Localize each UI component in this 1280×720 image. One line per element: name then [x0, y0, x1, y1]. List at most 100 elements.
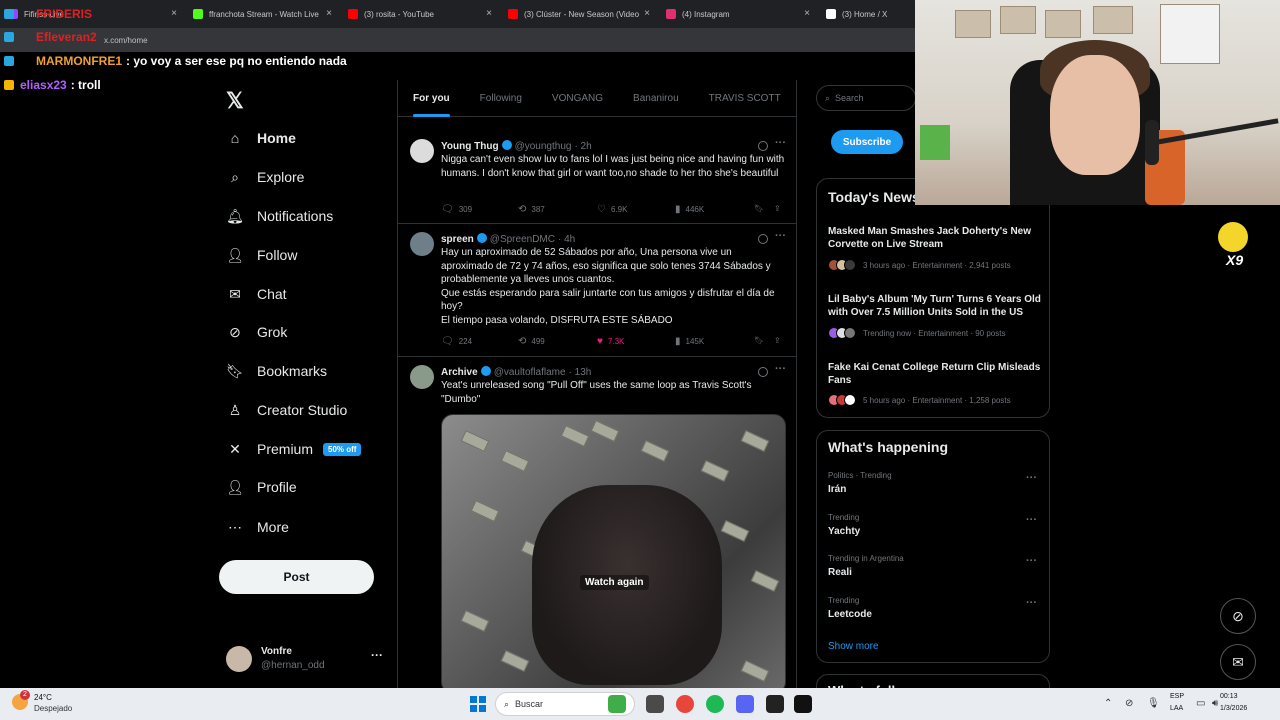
grok-icon[interactable] [758, 141, 768, 151]
timeline-tab[interactable]: TRAVIS SCOTT [694, 80, 796, 117]
repost-button[interactable]: ⟲ 387 [518, 204, 545, 215]
more-icon[interactable]: ··· [775, 137, 786, 149]
close-icon[interactable]: × [804, 8, 810, 19]
more-icon[interactable]: ··· [371, 648, 383, 662]
post-button[interactable]: Post [219, 560, 374, 594]
repost-button[interactable]: ⟲ 499 [518, 336, 545, 347]
close-icon[interactable]: × [326, 8, 332, 19]
grok-icon[interactable] [758, 234, 768, 244]
messages-icon[interactable]: ✉ [1220, 644, 1256, 680]
network-icon[interactable]: ⊘ [1125, 698, 1133, 709]
chevron-up-icon[interactable]: ⌃ [1104, 698, 1112, 709]
sidebar-item-creator-studio[interactable]: ♙ Creator Studio [226, 401, 348, 419]
address-bar[interactable]: x.com/home [0, 28, 915, 52]
browser-tab[interactable]: (4) Instagram × [658, 0, 818, 28]
trend-name[interactable]: Irán [828, 484, 846, 495]
share-icon[interactable]: ⇪ [774, 336, 781, 345]
obs-icon[interactable] [766, 695, 784, 713]
timeline-tab[interactable]: For you [398, 80, 465, 117]
author-name[interactable]: spreen [441, 234, 474, 245]
author-handle[interactable]: @vaultoflaflame [494, 367, 566, 378]
browser-tab[interactable]: (3) rosita - YouTube × [340, 0, 500, 28]
news-headline[interactable]: Lil Baby's Album 'My Turn' Turns 6 Years… [828, 293, 1043, 319]
sidebar-item-bookmarks[interactable]: 🔖︎ Bookmarks [226, 362, 327, 380]
grok-icon[interactable]: ⊘ [1220, 598, 1256, 634]
sidebar-item-profile[interactable]: 👤︎ Profile [226, 478, 297, 496]
weather-description[interactable]: Despejado [34, 704, 72, 713]
tweet[interactable]: Young Thug @youngthug · 2h ··· Nigga can't e… [398, 131, 796, 224]
sidebar-item-home[interactable]: ⌂ Home [226, 129, 296, 147]
subscribe-button[interactable]: Subscribe [831, 130, 903, 154]
account-switcher[interactable]: Vonfre @hernan_odd ··· [226, 643, 386, 673]
bookmark-icon[interactable]: 🔖︎ [754, 336, 764, 345]
tweet-time[interactable]: · 2h [574, 141, 591, 152]
news-headline[interactable]: Fake Kai Cenat College Return Clip Misle… [828, 361, 1043, 387]
views-button[interactable]: ▮ 446K [675, 204, 704, 215]
game-app-icon[interactable] [608, 695, 626, 713]
author-handle[interactable]: @youngthug [515, 141, 572, 152]
sidebar-item-follow[interactable]: 👤︎ Follow [226, 246, 297, 264]
close-icon[interactable]: × [486, 8, 492, 19]
sidebar-item-more[interactable]: ⋯ More [226, 518, 289, 536]
sidebar-item-premium[interactable]: ✕ Premium 50% off [226, 440, 362, 458]
sidebar-item-chat[interactable]: ✉ Chat [226, 285, 286, 303]
more-icon[interactable]: ··· [775, 230, 786, 242]
like-button[interactable]: ♥ 7.3K [597, 336, 624, 347]
keyboard-layout[interactable]: LAA [1170, 705, 1183, 712]
tiktok-icon[interactable] [794, 695, 812, 713]
url-text[interactable]: x.com/home [104, 36, 148, 45]
views-button[interactable]: ▮ 145K [675, 336, 704, 347]
watch-again-button[interactable]: Watch again [580, 575, 649, 590]
reply-button[interactable]: 🗨︎ 224 [441, 336, 472, 347]
news-headline[interactable]: Masked Man Smashes Jack Doherty's New Co… [828, 225, 1043, 251]
more-icon[interactable]: ··· [1026, 514, 1037, 526]
weather-temperature[interactable]: 24°C [34, 693, 52, 702]
timeline-tab[interactable]: Bananirou [618, 80, 694, 117]
file-explorer-icon[interactable] [646, 695, 664, 713]
language-indicator[interactable]: ESP [1170, 693, 1184, 700]
more-icon[interactable]: ··· [1026, 472, 1037, 484]
browser-tab[interactable]: (3) Home / X [818, 0, 918, 28]
sidebar-item-grok[interactable]: ⊘ Grok [226, 323, 287, 341]
microphone-icon[interactable]: 🎙︎ [1147, 698, 1160, 709]
more-icon[interactable]: ··· [1026, 555, 1037, 567]
sidebar-item-explore[interactable]: ⌕ Explore [226, 168, 304, 186]
timeline-tab[interactable]: VONGANG [537, 80, 618, 117]
share-icon[interactable]: ⇪ [774, 204, 781, 213]
trend-name[interactable]: Yachty [828, 526, 860, 537]
avatar[interactable] [410, 232, 434, 256]
author-name[interactable]: Archive [441, 367, 478, 378]
close-icon[interactable]: × [644, 8, 650, 19]
tweet-time[interactable]: · 13h [569, 367, 592, 378]
grok-icon[interactable] [758, 367, 768, 377]
clock-time[interactable]: 00:13 [1220, 693, 1238, 700]
bookmark-icon[interactable]: 🔖︎ [754, 204, 764, 213]
timeline-tab[interactable]: Following [465, 80, 537, 117]
browser-tab[interactable]: (3) Clúster - New Season (Video × [500, 0, 658, 28]
like-button[interactable]: ♡ 6.9K [597, 204, 627, 215]
reply-button[interactable]: 🗨︎ 309 [441, 204, 472, 215]
discord-icon[interactable] [736, 695, 754, 713]
display-icon[interactable]: ▭ [1196, 698, 1205, 709]
x-logo[interactable]: 𝕏 [226, 88, 244, 114]
chrome-icon[interactable] [676, 695, 694, 713]
volume-icon[interactable]: 🔊︎ [1212, 698, 1218, 709]
tweet-video[interactable]: Watch again [441, 414, 786, 694]
close-icon[interactable]: × [171, 8, 177, 19]
windows-start-icon[interactable] [470, 696, 486, 712]
search-input[interactable]: ⌕ Search [816, 85, 916, 111]
avatar[interactable] [410, 139, 434, 163]
tweet[interactable]: spreen @SpreenDMC · 4h ··· Hay un aproximado… [398, 224, 796, 357]
tweet[interactable]: Archive @vaultoflaflame · 13h ··· Yeat's unr… [398, 357, 796, 720]
more-icon[interactable]: ··· [775, 363, 786, 375]
more-icon[interactable]: ··· [1026, 597, 1037, 609]
author-handle[interactable]: @SpreenDMC [490, 234, 555, 245]
avatar[interactable] [410, 365, 434, 389]
browser-tab[interactable]: ffranchota Stream - Watch Live × [185, 0, 340, 28]
tweet-time[interactable]: · 4h [558, 234, 575, 245]
show-more-link[interactable]: Show more [828, 641, 879, 652]
trend-name[interactable]: Reali [828, 567, 852, 578]
clock-date[interactable]: 1/3/2026 [1220, 705, 1247, 712]
trend-name[interactable]: Leetcode [828, 609, 872, 620]
spotify-icon[interactable] [706, 695, 724, 713]
